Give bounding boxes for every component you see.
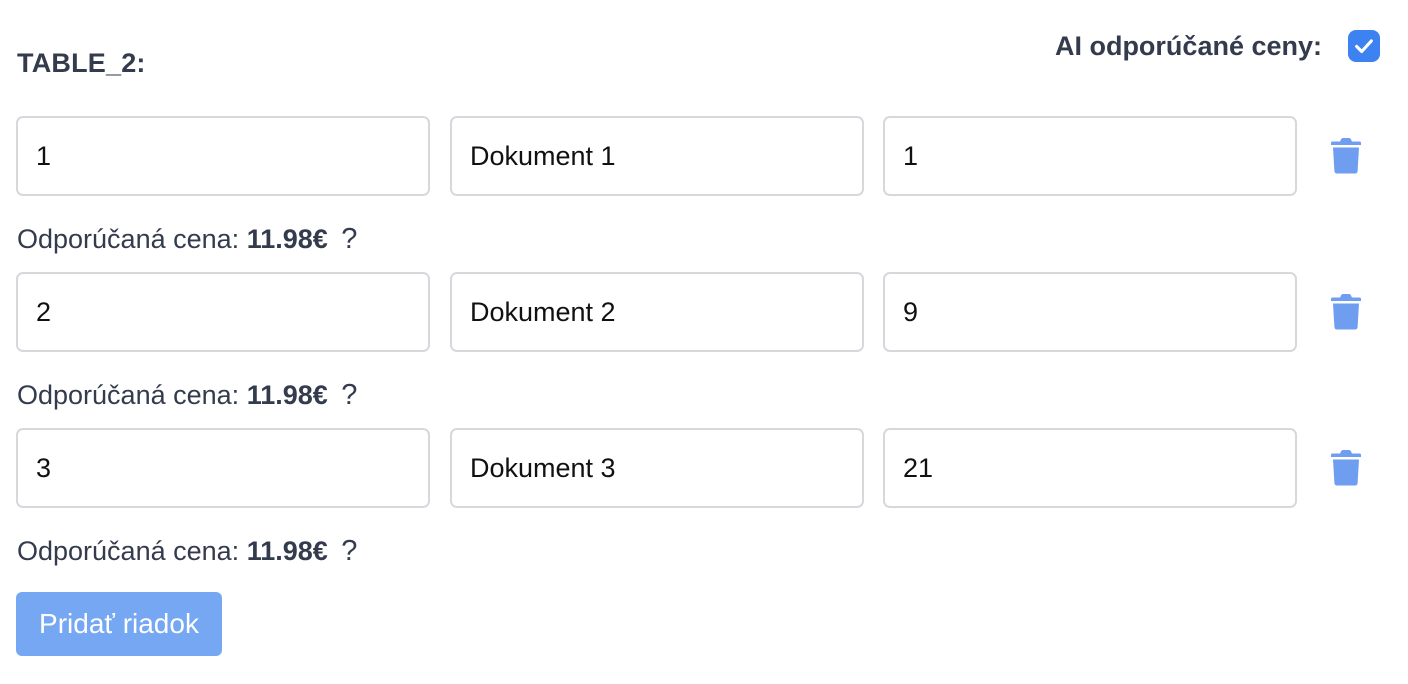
table-title: TABLE_2: [17, 48, 146, 78]
recommended-price: Odporúčaná cena: 11.98€ ? [17, 379, 357, 412]
recommended-price: Odporúčaná cena: 11.98€ ? [17, 223, 357, 256]
question-icon[interactable]: ? [341, 223, 357, 255]
recommended-price-value: 11.98€ [246, 380, 328, 410]
ai-prices-checkbox[interactable] [1348, 30, 1380, 62]
trash-icon[interactable] [1330, 294, 1362, 330]
ai-prices-label: AI odporúčané ceny: [1054, 30, 1322, 61]
row-3-document-input[interactable] [450, 428, 864, 508]
add-row-button[interactable]: Pridať riadok [16, 592, 222, 656]
recommended-price-value: 11.98€ [246, 224, 328, 254]
trash-icon[interactable] [1330, 450, 1362, 486]
ai-prices-toggle: AI odporúčané ceny: [1055, 30, 1380, 62]
question-icon[interactable]: ? [341, 379, 357, 411]
row-2-quantity-input[interactable] [883, 272, 1297, 352]
recommended-price: Odporúčaná cena: 11.98€ ? [17, 535, 357, 568]
row-1-document-input[interactable] [450, 116, 864, 196]
recommended-price-label: Odporúčaná cena: [17, 224, 240, 254]
row-2-document-input[interactable] [450, 272, 864, 352]
row-1-number-input[interactable] [16, 116, 430, 196]
trash-icon[interactable] [1330, 138, 1362, 174]
table-row: Odporúčaná cena: 11.98€ ? [16, 116, 1396, 272]
recommended-price-value: 11.98€ [246, 536, 328, 566]
table-rows: Odporúčaná cena: 11.98€ ? Odporúčaná cen… [16, 116, 1396, 584]
row-3-quantity-input[interactable] [883, 428, 1297, 508]
table-row: Odporúčaná cena: 11.98€ ? [16, 272, 1396, 428]
recommended-price-label: Odporúčaná cena: [17, 536, 240, 566]
table-row: Odporúčaná cena: 11.98€ ? [16, 428, 1396, 584]
question-icon[interactable]: ? [341, 535, 357, 567]
row-2-number-input[interactable] [16, 272, 430, 352]
row-1-quantity-input[interactable] [883, 116, 1297, 196]
check-icon [1355, 39, 1373, 54]
recommended-price-label: Odporúčaná cena: [17, 380, 240, 410]
row-3-number-input[interactable] [16, 428, 430, 508]
